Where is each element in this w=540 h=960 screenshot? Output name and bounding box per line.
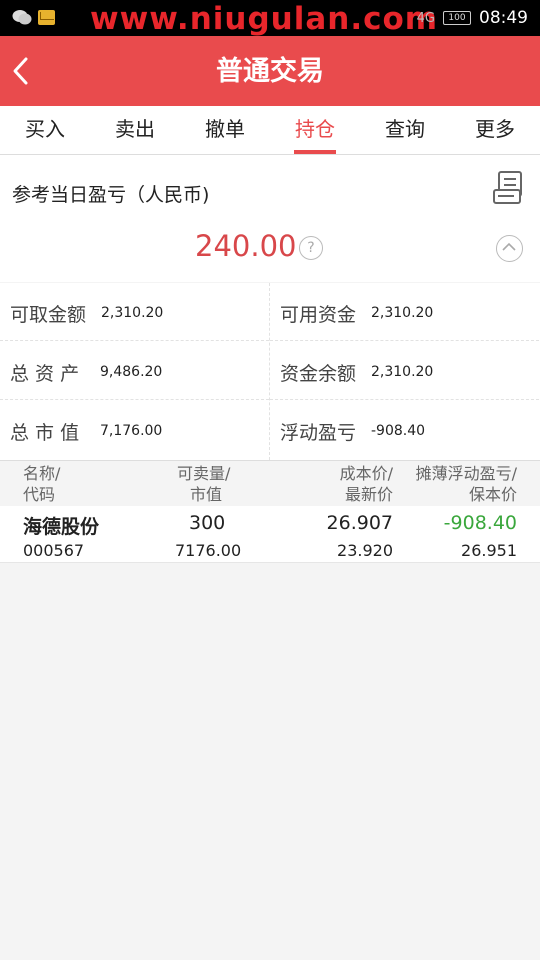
battery-icon: 100 <box>443 11 471 25</box>
tab-bar: 买入 卖出 撤单 持仓 查询 更多 <box>0 106 540 155</box>
chevron-up-icon[interactable] <box>496 235 523 262</box>
header-cost: 成本价/ <box>339 464 393 483</box>
breakeven-price: 26.951 <box>461 541 517 560</box>
float-pnl: -908.40 <box>443 512 517 534</box>
clock: 08:49 <box>479 8 528 28</box>
cell-market-value: 总 市 值 7,176.00 <box>0 401 269 459</box>
available-value: 2,310.20 <box>371 305 434 321</box>
header-sellable: 可卖量/ <box>177 464 231 483</box>
holdings-header: 名称/ 代码 可卖量/ 市值 成本价/ 最新价 摊薄浮动盈亏/ 保本价 <box>0 460 540 508</box>
cell-total-assets: 总 资 产 9,486.20 <box>0 342 269 400</box>
table-row[interactable]: 海德股份 000567 300 7176.00 26.907 23.920 -9… <box>0 506 540 563</box>
floating-pnl-value: -908.40 <box>371 423 426 439</box>
withdrawable-label: 可取金额 <box>10 304 87 326</box>
cell-available: 可用资金 2,310.20 <box>270 283 539 341</box>
latest-price: 23.920 <box>337 541 393 560</box>
balance-value: 2,310.20 <box>371 364 434 380</box>
tab-query[interactable]: 查询 <box>360 106 450 154</box>
watermark: www.niugulan.com <box>90 1 439 37</box>
pnl-summary: 参考当日盈亏（人民币) 240.00 ? <box>0 155 540 282</box>
tab-sell[interactable]: 卖出 <box>90 106 180 154</box>
signal-indicator: 4G <box>416 10 435 26</box>
floating-pnl-label: 浮动盈亏 <box>280 422 357 444</box>
position-market-value: 7176.00 <box>175 541 242 560</box>
market-value-value: 7,176.00 <box>100 423 163 439</box>
tab-cancel-order[interactable]: 撤单 <box>180 106 270 154</box>
tab-more[interactable]: 更多 <box>450 106 540 154</box>
reference-pnl-value: 240.00 <box>195 229 297 263</box>
page-title: 普通交易 <box>216 56 324 87</box>
cell-balance: 资金余额 2,310.20 <box>270 342 539 400</box>
help-icon[interactable]: ? <box>299 236 323 260</box>
market-value-label: 总 市 值 <box>10 422 80 444</box>
reference-pnl-label: 参考当日盈亏（人民币) <box>12 184 210 206</box>
wechat-icon <box>12 10 32 25</box>
title-bar: 普通交易 <box>0 36 540 106</box>
header-float-pnl: 摊薄浮动盈亏/ <box>415 464 517 483</box>
sellable-qty: 300 <box>189 512 226 534</box>
header-breakeven: 保本价 <box>468 485 517 504</box>
status-bar: www.niugulan.com 4G 100 08:49 <box>0 0 540 36</box>
tab-positions[interactable]: 持仓 <box>270 106 360 154</box>
mail-icon <box>38 10 55 25</box>
header-code: 代码 <box>23 485 56 504</box>
tab-buy[interactable]: 买入 <box>0 106 90 154</box>
status-right: 4G 100 08:49 <box>417 0 528 36</box>
balance-label: 资金余额 <box>280 363 357 385</box>
stock-name: 海德股份 <box>23 516 100 538</box>
header-latest: 最新价 <box>344 485 393 504</box>
total-assets-value: 9,486.20 <box>100 364 163 380</box>
header-market-value: 市值 <box>190 485 223 504</box>
statement-icon[interactable] <box>492 170 526 206</box>
cost-price: 26.907 <box>326 512 393 534</box>
cell-floating-pnl: 浮动盈亏 -908.40 <box>270 401 539 459</box>
header-name: 名称/ <box>23 464 61 483</box>
stock-code: 000567 <box>23 541 85 560</box>
account-grid: 可取金额 2,310.20 可用资金 2,310.20 总 资 产 9,486.… <box>0 283 540 460</box>
withdrawable-value: 2,310.20 <box>101 305 164 321</box>
available-label: 可用资金 <box>280 304 357 326</box>
cell-withdrawable: 可取金额 2,310.20 <box>0 283 269 341</box>
total-assets-label: 总 资 产 <box>10 363 80 385</box>
